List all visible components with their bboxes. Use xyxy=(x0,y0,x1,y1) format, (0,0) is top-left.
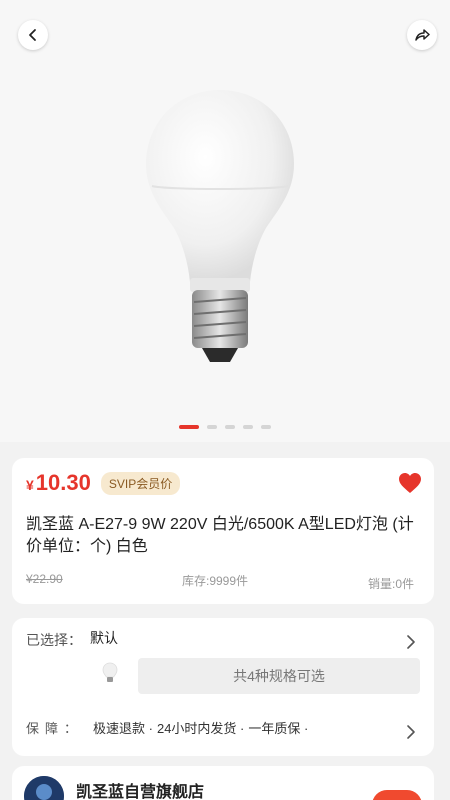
chevron-right-icon[interactable] xyxy=(406,724,416,740)
carousel-dot[interactable] xyxy=(243,425,253,429)
current-price: ¥10.30 xyxy=(26,470,91,495)
chevron-left-icon xyxy=(29,29,36,41)
guarantee-row[interactable]: 保障： 极速退款 · 24小时内发货 · 一年质保 · xyxy=(26,718,312,737)
shop-card[interactable]: 凯圣蓝自营旗舰店 xyxy=(12,766,434,800)
spec-selection-card[interactable]: 已选择： 默认 共4种规格可选 保障： 极速退款 · 24小时内发货 · 一年质… xyxy=(12,618,434,756)
carousel-dot[interactable] xyxy=(179,425,199,429)
product-image-bulb xyxy=(146,90,294,362)
share-icon xyxy=(415,29,430,41)
carousel-dot[interactable] xyxy=(261,425,271,429)
stock-count: 库存:9999件 xyxy=(182,574,249,588)
back-button[interactable] xyxy=(18,20,48,50)
favorite-heart-icon[interactable] xyxy=(398,472,422,494)
svip-badge: SVIP会员价 xyxy=(100,471,181,495)
selected-label: 已选择： xyxy=(26,632,82,648)
sales-count: 销量:0件 xyxy=(368,577,415,591)
carousel-indicators xyxy=(0,425,450,429)
guarantee-item: 极速退款 · xyxy=(93,721,153,736)
carousel-dot[interactable] xyxy=(225,425,235,429)
carousel-dot[interactable] xyxy=(207,425,217,429)
product-gallery[interactable] xyxy=(0,0,450,442)
shop-logo[interactable] xyxy=(24,776,64,800)
guarantee-item: 24小时内发货 · xyxy=(156,721,245,736)
share-button[interactable] xyxy=(407,20,437,50)
guarantee-label: 保障： xyxy=(26,721,84,736)
original-price: ¥22.90 xyxy=(26,572,63,586)
guarantee-item: 一年质保 · xyxy=(248,721,309,736)
product-title: 凯圣蓝 A-E27-9 9W 220V 白光/6500K A型LED灯泡 (计价… xyxy=(26,516,414,555)
price-row: ¥10.30 SVIP会员价 xyxy=(26,470,181,496)
spec-options-button[interactable]: 共4种规格可选 xyxy=(138,658,420,694)
shop-logo-mark xyxy=(24,776,64,800)
spec-thumbnail-bulb-icon xyxy=(102,662,118,682)
chevron-right-icon[interactable] xyxy=(406,634,416,650)
shop-enter-button[interactable] xyxy=(372,790,422,800)
shop-name: 凯圣蓝自营旗舰店 xyxy=(76,784,205,800)
product-info-card: ¥10.30 SVIP会员价 凯圣蓝 A-E27-9 9W 220V 白光/65… xyxy=(12,458,434,604)
selected-value: 默认 xyxy=(90,630,118,646)
